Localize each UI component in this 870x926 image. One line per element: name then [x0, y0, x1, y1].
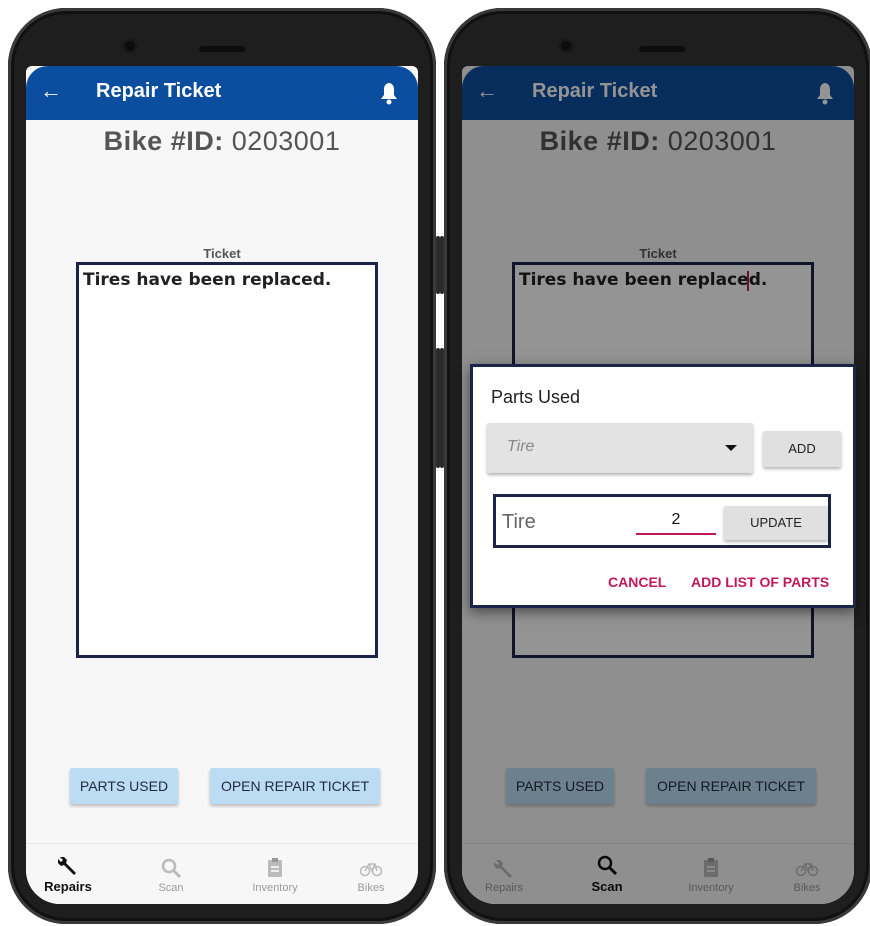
front-camera	[558, 38, 574, 54]
phone-left: ← Repair Ticket Bike #ID: 0203001 Ticket…	[8, 8, 440, 924]
bell-icon[interactable]	[374, 78, 404, 108]
part-name: Tire	[502, 511, 536, 533]
ticket-text: Tires have been replaced.	[83, 270, 332, 290]
search-icon	[161, 858, 182, 879]
app-bar: ← Repair Ticket	[26, 66, 418, 120]
part-row: Tire 2 UPDATE	[493, 494, 831, 548]
earpiece-speaker	[199, 46, 245, 52]
back-arrow-icon[interactable]: ←	[40, 78, 62, 104]
phone-right: ← Repair Ticket Bike #ID: 0203001 Ticket…	[440, 8, 870, 924]
nav-label: Repairs	[44, 879, 92, 894]
add-button[interactable]: ADD	[763, 431, 841, 467]
update-button[interactable]: UPDATE	[724, 506, 828, 540]
nav-item-inventory[interactable]: Inventory	[235, 857, 315, 894]
front-camera	[122, 38, 138, 54]
bike-id-label: Bike #ID:	[103, 126, 224, 156]
add-list-of-parts-button[interactable]: ADD LIST OF PARTS	[691, 574, 829, 590]
bike-icon	[359, 863, 383, 877]
nav-item-scan[interactable]: Scan	[131, 857, 211, 894]
clipboard-icon	[268, 858, 282, 877]
bike-id-value: 0203001	[231, 126, 341, 156]
earpiece-speaker	[639, 46, 685, 52]
page-title: Repair Ticket	[96, 80, 222, 102]
nav-label: Scan	[158, 882, 184, 894]
caret-down-icon	[725, 445, 737, 451]
ticket-label: Ticket	[203, 246, 241, 261]
nav-label: Inventory	[252, 882, 298, 894]
nav-item-repairs[interactable]: Repairs	[28, 854, 108, 894]
part-select[interactable]: Tire	[487, 423, 753, 473]
part-select-value: Tire	[507, 438, 535, 455]
nav-label: Bikes	[357, 882, 385, 894]
power-button	[440, 348, 444, 468]
app-screen: ← Repair Ticket Bike #ID: 0203001 Ticket…	[26, 66, 418, 904]
ticket-textarea[interactable]: Tires have been replaced.	[76, 262, 378, 658]
dialog-title: Parts Used	[491, 387, 581, 407]
open-repair-ticket-button[interactable]: OPEN REPAIR TICKET	[210, 768, 380, 804]
volume-button	[440, 236, 444, 294]
parts-used-button[interactable]: PARTS USED	[70, 768, 178, 804]
bike-id-heading: Bike #ID: 0203001	[26, 126, 418, 157]
bottom-nav: Repairs Scan Inventory Bikes	[26, 843, 418, 904]
nav-item-bikes[interactable]: Bikes	[331, 857, 411, 894]
parts-used-dialog: Parts Used Tire ADD Tire 2 UPDATE CANCEL…	[470, 364, 856, 608]
wrench-icon	[58, 857, 76, 875]
quantity-input[interactable]: 2	[636, 511, 716, 535]
cancel-button[interactable]: CANCEL	[608, 574, 666, 590]
